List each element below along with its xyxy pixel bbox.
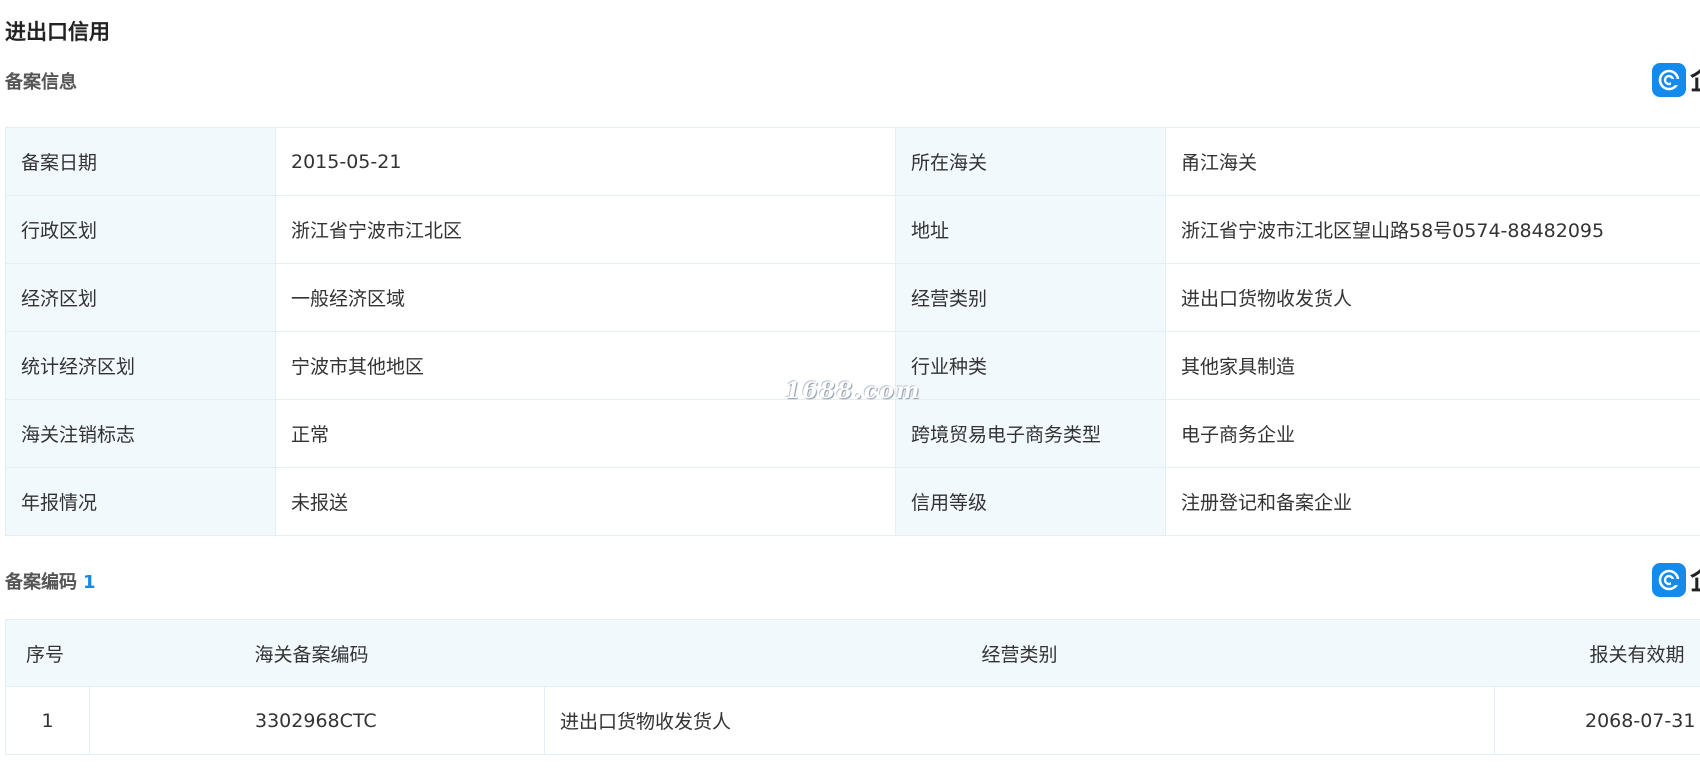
info-value: 其他家具制造 [1165, 331, 1700, 400]
info-label: 跨境贸易电子商务类型 [895, 399, 1166, 468]
watermark: 1688.com [785, 378, 922, 404]
info-row: 海关注销标志 正常 跨境贸易电子商务类型 电子商务企业 [5, 399, 1700, 468]
info-value: 正常 [275, 399, 896, 468]
info-value: 甬江海关 [1165, 127, 1700, 196]
brand-logo-icon[interactable] [1652, 563, 1686, 597]
column-header-validity[interactable]: 报关有效期 [1494, 619, 1700, 687]
info-row: 年报情况 未报送 信用等级 注册登记和备案企业 [5, 467, 1700, 536]
info-value: 未报送 [275, 467, 896, 536]
table-row: 1 3302968CTC 进出口货物收发货人 2068-07-31 [5, 686, 1700, 755]
info-label: 经济区划 [5, 263, 276, 332]
cell-index: 1 [5, 686, 90, 755]
info-label: 行政区划 [5, 195, 276, 264]
info-label: 备案日期 [5, 127, 276, 196]
page-title: 进出口信用 [5, 20, 110, 44]
column-header-index[interactable]: 序号 [5, 619, 90, 687]
info-value: 浙江省宁波市江北区望山路58号0574-88482095 [1165, 195, 1700, 264]
column-header-code[interactable]: 海关备案编码 [89, 619, 545, 687]
info-label: 经营类别 [895, 263, 1166, 332]
info-value: 2015-05-21 [275, 127, 896, 196]
section-title-record-info: 备案信息 [5, 68, 77, 94]
section-title-record-codes: 备案编码 1 [5, 568, 96, 594]
info-label: 统计经济区划 [5, 331, 276, 400]
info-value: 进出口货物收发货人 [1165, 263, 1700, 332]
info-value: 电子商务企业 [1165, 399, 1700, 468]
info-label: 信用等级 [895, 467, 1166, 536]
info-label: 行业种类 [895, 331, 1166, 400]
info-value: 一般经济区域 [275, 263, 896, 332]
brand-logo-clip: 企 [1690, 63, 1700, 97]
table-header-row: 序号 海关备案编码 经营类别 报关有效期 [5, 619, 1700, 687]
info-label: 年报情况 [5, 467, 276, 536]
cell-code: 3302968CTC [89, 686, 545, 755]
record-code-table: 序号 海关备案编码 经营类别 报关有效期 1 3302968CTC 进出口货物收… [5, 619, 1700, 755]
cell-validity: 2068-07-31 [1494, 686, 1700, 755]
brand-logo-icon[interactable] [1652, 63, 1686, 97]
cell-category: 进出口货物收发货人 [544, 686, 1495, 755]
info-row: 行政区划 浙江省宁波市江北区 地址 浙江省宁波市江北区望山路58号0574-88… [5, 195, 1700, 264]
brand-logo-clip: 企 [1690, 563, 1700, 597]
record-info-table: 备案日期 2015-05-21 所在海关 甬江海关 行政区划 浙江省宁波市江北区… [5, 127, 1700, 536]
column-header-category[interactable]: 经营类别 [544, 619, 1495, 687]
info-value: 浙江省宁波市江北区 [275, 195, 896, 264]
info-label: 所在海关 [895, 127, 1166, 196]
section-title-text: 备案编码 [5, 572, 77, 593]
info-label: 海关注销标志 [5, 399, 276, 468]
info-row: 备案日期 2015-05-21 所在海关 甬江海关 [5, 127, 1700, 196]
section-title-text: 备案信息 [5, 72, 77, 93]
record-count-badge: 1 [83, 572, 96, 593]
info-row: 经济区划 一般经济区域 经营类别 进出口货物收发货人 [5, 263, 1700, 332]
info-value: 注册登记和备案企业 [1165, 467, 1700, 536]
info-label: 地址 [895, 195, 1166, 264]
